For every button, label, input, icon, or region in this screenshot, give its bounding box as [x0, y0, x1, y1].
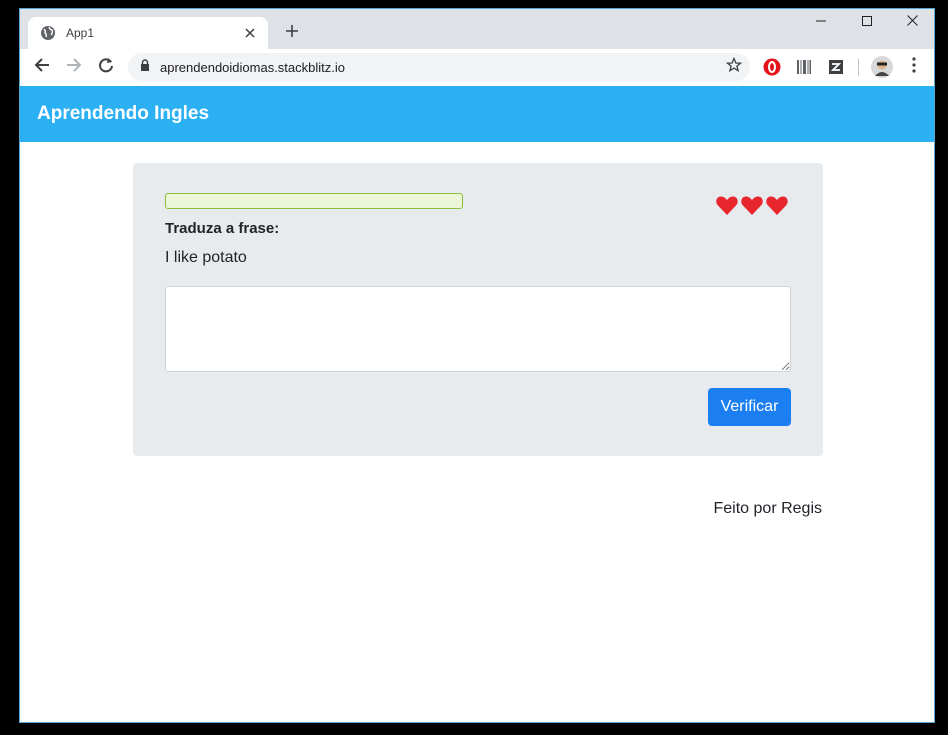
toolbar-separator — [858, 59, 859, 76]
browser-window: App1 aprendendoidiomas.stackblitz.io Apr… — [19, 8, 935, 723]
reload-button[interactable] — [94, 55, 118, 79]
close-icon[interactable] — [242, 25, 258, 41]
heart-icon — [766, 196, 788, 215]
new-tab-button[interactable] — [280, 21, 304, 45]
heart-icon — [741, 196, 763, 215]
reload-icon — [98, 57, 114, 78]
url-text[interactable]: aprendendoidiomas.stackblitz.io — [160, 60, 726, 75]
plus-icon — [285, 24, 299, 43]
progress-bar — [165, 193, 463, 209]
brand-title[interactable]: Aprendendo Ingles — [37, 103, 209, 125]
address-bar[interactable]: aprendendoidiomas.stackblitz.io — [128, 53, 750, 81]
maximize-icon — [862, 13, 872, 31]
heart-icon — [716, 196, 738, 215]
browser-toolbar: aprendendoidiomas.stackblitz.io — [20, 49, 934, 87]
star-icon[interactable] — [725, 56, 743, 78]
instruction-label: Traduza a frase: — [165, 220, 280, 237]
page-content: Aprendendo Ingles Traduza a frase: I lik… — [20, 86, 934, 722]
navbar: Aprendendo Ingles — [20, 86, 934, 142]
opera-ad-blocker-icon[interactable] — [763, 58, 781, 76]
close-icon — [906, 13, 918, 31]
arrow-left-icon — [34, 57, 50, 78]
back-button[interactable] — [30, 55, 54, 79]
minimize-icon — [816, 13, 826, 31]
lock-icon — [140, 58, 150, 76]
maximize-button[interactable] — [844, 9, 890, 35]
tag-extension-icon[interactable] — [827, 58, 845, 76]
tab-app1[interactable]: App1 — [28, 17, 268, 49]
lives-hearts — [715, 193, 789, 217]
avatar[interactable] — [871, 56, 893, 78]
tab-strip: App1 — [20, 9, 934, 49]
forward-button[interactable] — [62, 55, 86, 79]
arrow-right-icon — [66, 57, 82, 78]
answer-textarea[interactable] — [165, 286, 791, 372]
tab-title: App1 — [66, 26, 95, 40]
globe-icon — [40, 25, 56, 41]
browser-menu-button[interactable] — [902, 55, 926, 79]
close-window-button[interactable] — [889, 9, 934, 35]
exercise-card: Traduza a frase: I like potato Verificar — [133, 163, 823, 456]
minimize-button[interactable] — [798, 9, 844, 35]
footer-credit: Feito por Regis — [713, 500, 823, 517]
verify-button[interactable]: Verificar — [708, 388, 791, 426]
phrase-text: I like potato — [165, 249, 247, 266]
barcode-extension-icon[interactable] — [795, 58, 813, 76]
kebab-menu-icon — [912, 56, 916, 78]
